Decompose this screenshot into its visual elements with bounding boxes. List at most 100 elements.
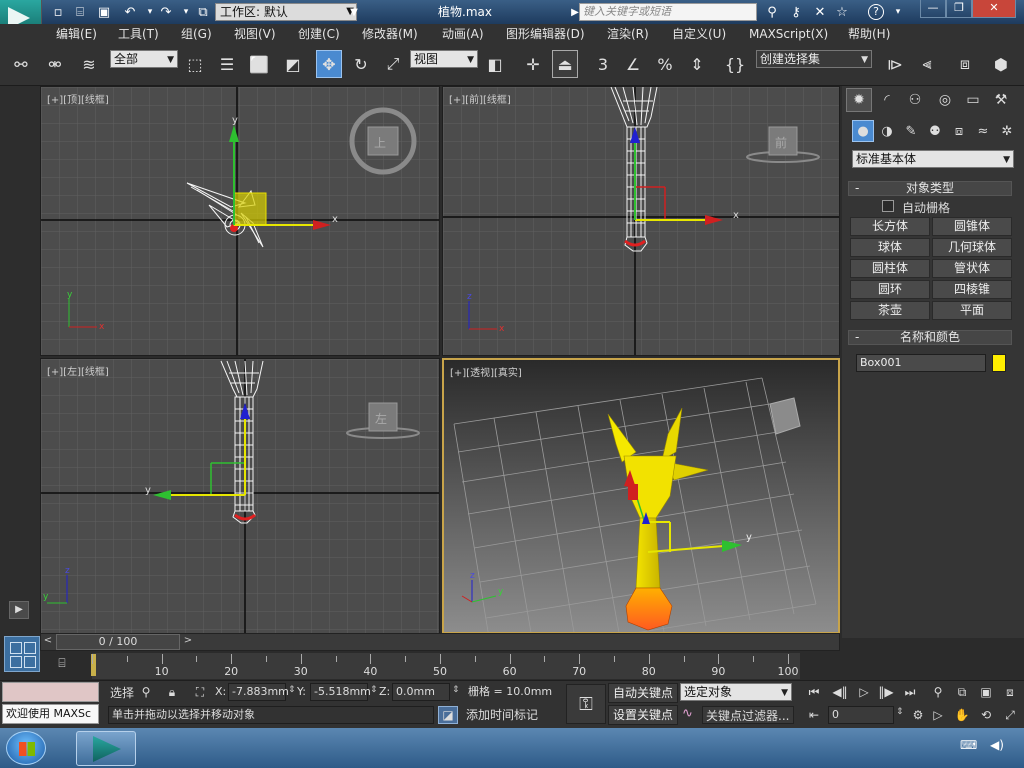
maxscript-mini-listener[interactable]: 欢迎使用 MAXSc	[2, 704, 99, 724]
x-spinner-icon[interactable]: ⇕	[288, 685, 296, 695]
add-time-tag-button[interactable]: 添加时间标记	[462, 707, 562, 725]
save-file-icon[interactable]: ▣	[94, 3, 114, 21]
menu-help[interactable]: 帮助(H)	[848, 24, 890, 44]
open-file-icon[interactable]: ⌸	[70, 3, 90, 21]
redo-icon[interactable]: ↷	[156, 3, 176, 21]
help-dropdown-icon[interactable]: ▾	[888, 3, 908, 21]
helpers-icon[interactable]: ⧈	[948, 120, 970, 142]
keyboard-shortcut-override-icon[interactable]: ⏏	[552, 50, 578, 78]
select-and-manipulate-icon[interactable]: ✛	[520, 50, 546, 78]
utilities-tab-icon[interactable]: ⚒	[988, 88, 1014, 112]
bind-space-warp-icon[interactable]: ≋	[76, 50, 102, 78]
cameras-icon[interactable]: ⚉	[924, 120, 946, 142]
teapot-button[interactable]: 茶壶	[850, 301, 930, 320]
select-object-icon[interactable]: ⬚	[182, 50, 208, 78]
keyboard-tray-icon[interactable]: ⌨	[960, 738, 977, 752]
time-slider-prev-icon[interactable]: <	[42, 635, 54, 649]
communication-center-icon[interactable]: ⚷	[786, 3, 806, 21]
tube-button[interactable]: 管状体	[932, 259, 1012, 278]
maximize-viewport-icon[interactable]: ⤢	[1000, 706, 1020, 724]
menu-views[interactable]: 视图(V)	[234, 24, 276, 44]
create-tab-icon[interactable]: ✹	[846, 88, 872, 112]
set-key-button[interactable]: 设置关键点	[608, 705, 678, 725]
geosphere-button[interactable]: 几何球体	[932, 238, 1012, 257]
named-selection-set-dropdown[interactable]: 创建选择集 ▼	[756, 50, 872, 68]
viewport-layout-tab-toggle[interactable]: ▶	[9, 601, 29, 619]
window-crossing-icon[interactable]: ◩	[280, 50, 306, 78]
menu-edit[interactable]: 编辑(E)	[56, 24, 97, 44]
key-mode-toggle-icon[interactable]: ⇤	[804, 706, 824, 724]
reference-coordinate-dropdown[interactable]: 视图 ▼	[410, 50, 478, 68]
viewport-top[interactable]: x y y x 上 [+][顶][线框]	[40, 86, 440, 356]
pyramid-button[interactable]: 四棱锥	[932, 280, 1012, 299]
menu-graph-editors[interactable]: 图形编辑器(D)	[506, 24, 585, 44]
select-and-scale-icon[interactable]: ⤢	[380, 50, 406, 78]
time-configuration-icon[interactable]: ⚙	[908, 706, 928, 724]
zoom-all-icon[interactable]: ⧉	[952, 683, 972, 701]
object-type-rollout-header[interactable]: - 对象类型	[848, 181, 1012, 196]
viewport-label[interactable]: [+][左][线框]	[47, 363, 109, 378]
display-tab-icon[interactable]: ▭	[960, 88, 986, 112]
x-coordinate-field[interactable]: -7.883mm	[228, 683, 289, 701]
field-of-view-icon[interactable]: ▷	[928, 706, 948, 724]
binoculars-icon[interactable]: ⚲	[762, 3, 782, 21]
adaptive-degradation-icon[interactable]: ◪	[438, 706, 458, 724]
viewport-label[interactable]: [+][顶][线框]	[47, 91, 109, 106]
viewport-left[interactable]: y z y 左 [+][左][线框]	[40, 358, 440, 634]
previous-frame-icon[interactable]: ◀‖	[830, 683, 850, 701]
go-to-start-icon[interactable]: ⏮	[804, 683, 824, 701]
pivot-point-center-icon[interactable]: ◧	[482, 50, 508, 78]
next-frame-icon[interactable]: ‖▶	[876, 683, 896, 701]
favorites-star-icon[interactable]: ☆	[832, 3, 852, 21]
angle-snap-toggle-icon[interactable]: ∠	[620, 50, 646, 78]
undo-icon[interactable]: ↶	[120, 3, 140, 21]
minimize-button[interactable]: —	[920, 0, 946, 18]
key-filters-button[interactable]: 关键点过滤器...	[702, 706, 794, 724]
maxscript-mini-listener-top[interactable]	[2, 682, 99, 702]
lights-icon[interactable]: ✎	[900, 120, 922, 142]
torus-button[interactable]: 圆环	[850, 280, 930, 299]
cone-button[interactable]: 圆锥体	[932, 217, 1012, 236]
plane-button[interactable]: 平面	[932, 301, 1012, 320]
menu-rendering[interactable]: 渲染(R)	[607, 24, 649, 44]
viewport-perspective[interactable]: y z y [+][透视][真实]	[442, 358, 840, 634]
modify-tab-icon[interactable]: ◜	[874, 88, 900, 112]
align-icon[interactable]: ⫷	[914, 50, 940, 78]
systems-icon[interactable]: ✲	[996, 120, 1018, 142]
current-frame-spinner-icon[interactable]: ⇕	[896, 707, 904, 717]
move-gizmo-plane[interactable]	[233, 192, 267, 226]
name-color-rollout-header[interactable]: - 名称和颜色	[848, 330, 1012, 345]
zoom-extents-all-icon[interactable]: ⧈	[1000, 683, 1020, 701]
menu-create[interactable]: 创建(C)	[298, 24, 340, 44]
viewport-label[interactable]: [+][透视][真实]	[450, 364, 522, 379]
go-to-end-icon[interactable]: ⏭	[900, 683, 920, 701]
autogrid-checkbox[interactable]	[882, 200, 894, 212]
select-and-rotate-icon[interactable]: ↻	[348, 50, 374, 78]
restore-button[interactable]: ❐	[946, 0, 972, 18]
menu-modifiers[interactable]: 修改器(M)	[362, 24, 418, 44]
frame-counter[interactable]: 0 / 100	[56, 634, 180, 650]
y-coordinate-field[interactable]: -5.518mm	[310, 683, 371, 701]
cylinder-button[interactable]: 圆柱体	[850, 259, 930, 278]
select-and-link-icon[interactable]: ⚯	[8, 50, 34, 78]
motion-tab-icon[interactable]: ◎	[932, 88, 958, 112]
menu-customize[interactable]: 自定义(U)	[672, 24, 726, 44]
menu-tools[interactable]: 工具(T)	[118, 24, 159, 44]
new-file-icon[interactable]: ▫	[48, 3, 68, 21]
mini-curve-editor-icon[interactable]: ⌸	[50, 656, 74, 674]
box-button[interactable]: 长方体	[850, 217, 930, 236]
selection-filter-dropdown[interactable]: 全部 ▼	[110, 50, 178, 68]
start-button[interactable]	[6, 731, 46, 765]
rectangular-selection-icon[interactable]: ⬜	[246, 50, 272, 78]
menu-group[interactable]: 组(G)	[181, 24, 212, 44]
viewport-layout-icon[interactable]	[4, 636, 40, 672]
mirror-icon[interactable]: ⧐	[882, 50, 908, 78]
key-selection-dropdown[interactable]: 选定对象 ▼	[680, 683, 792, 701]
close-button[interactable]: ✕	[972, 0, 1016, 18]
snaps-toggle-icon[interactable]: 3	[590, 50, 616, 78]
graphite-modeling-tools-icon[interactable]: ⬢	[988, 50, 1014, 78]
hierarchy-tab-icon[interactable]: ⚇	[902, 88, 928, 112]
zoom-icon[interactable]: ⚲	[928, 683, 948, 701]
sphere-button[interactable]: 球体	[850, 238, 930, 257]
select-by-name-icon[interactable]: ☰	[214, 50, 240, 78]
